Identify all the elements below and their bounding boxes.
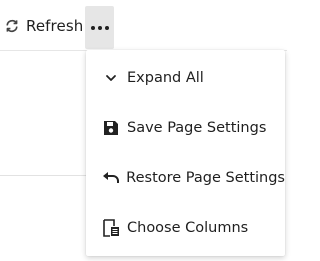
menu-item-save-page-settings[interactable]: Save Page Settings (86, 103, 285, 153)
more-options-button[interactable] (85, 6, 114, 49)
choose-columns-icon (100, 217, 122, 239)
more-horizontal-icon-dot (104, 25, 109, 30)
menu-item-label: Choose Columns (127, 220, 249, 236)
menu-item-label: Save Page Settings (127, 120, 267, 136)
undo-icon (100, 167, 121, 189)
menu-item-restore-page-settings[interactable]: Restore Page Settings (86, 153, 285, 203)
page: Refresh Expand All Save Page Settings Re… (0, 0, 287, 261)
toolbar: Refresh (0, 0, 287, 51)
options-menu: Expand All Save Page Settings Restore Pa… (86, 50, 285, 256)
more-horizontal-icon-dot (90, 25, 95, 30)
save-icon (100, 117, 122, 139)
menu-item-label: Expand All (127, 70, 204, 86)
chevron-down-icon (100, 67, 122, 89)
menu-item-choose-columns[interactable]: Choose Columns (86, 203, 285, 253)
refresh-button[interactable]: Refresh (0, 8, 89, 44)
menu-item-label: Restore Page Settings (126, 170, 285, 186)
content-divider (0, 175, 95, 176)
more-horizontal-icon-dot (97, 25, 102, 30)
refresh-icon (4, 18, 20, 34)
menu-item-expand-all[interactable]: Expand All (86, 53, 285, 103)
refresh-label: Refresh (26, 17, 84, 35)
